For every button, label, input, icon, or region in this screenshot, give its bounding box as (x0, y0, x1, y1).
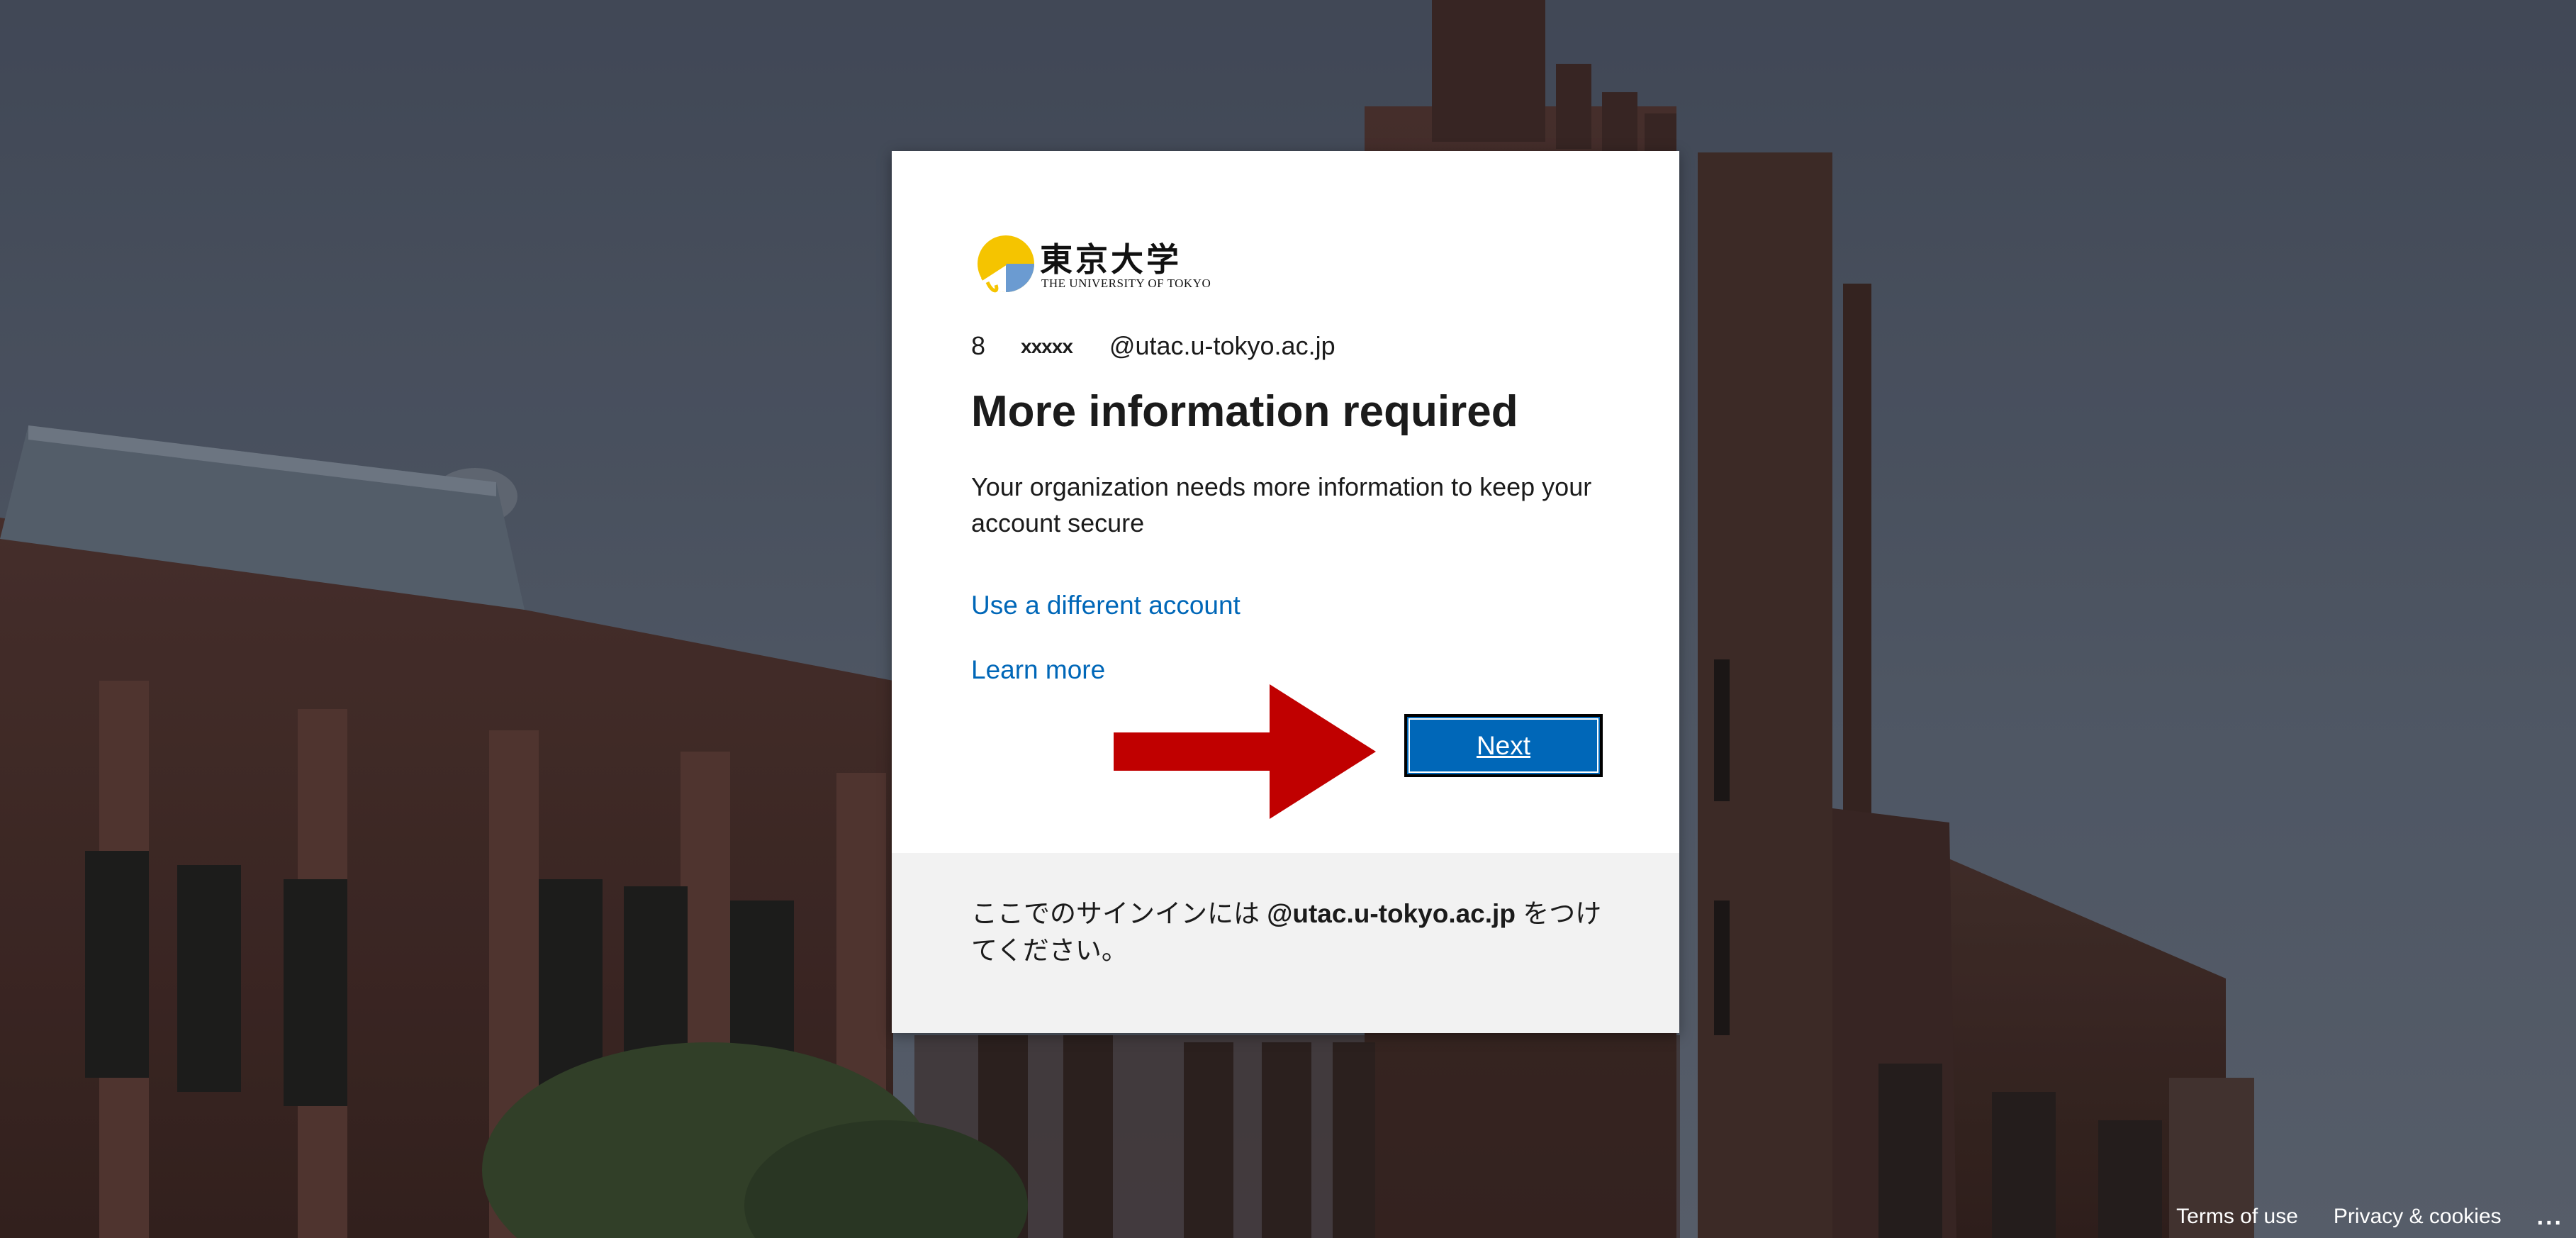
sign-in-hint-text: ここでのサインインには @utac.u-tokyo.ac.jp をつけてください… (971, 896, 1609, 969)
sign-in-card: 東京大学 THE UNIVERSITY OF TOKYO 8 xxxxx @utac… (892, 151, 1679, 1033)
sign-in-hint-box: ここでのサインインには @utac.u-tokyo.ac.jp をつけてください… (892, 853, 1679, 1033)
learn-more-link[interactable]: Learn more (971, 655, 1105, 685)
ginkgo-leaf-icon (978, 235, 1034, 293)
privacy-cookies-link[interactable]: Privacy & cookies (2334, 1205, 2502, 1229)
terms-of-use-link[interactable]: Terms of use (2176, 1205, 2298, 1229)
description-text: Your organization needs more information… (971, 472, 1592, 537)
account-identity: 8 xxxxx @utac.u-tokyo.ac.jp (971, 331, 1335, 361)
card-main-section: 東京大学 THE UNIVERSITY OF TOKYO 8 xxxxx @utac… (892, 151, 1679, 853)
next-button[interactable]: Next (1404, 714, 1603, 777)
account-domain: @utac.u-tokyo.ac.jp (1109, 331, 1335, 360)
use-different-account-link[interactable]: Use a different account (971, 591, 1241, 620)
more-options-icon[interactable]: ... (2537, 1203, 2563, 1231)
logo-text-japanese: 東京大学 (1040, 240, 1182, 279)
account-id-prefix: 8 (971, 331, 986, 360)
university-logo: 東京大学 THE UNIVERSITY OF TOKYO (975, 233, 1211, 301)
hint-text-before: ここでのサインインには (971, 899, 1267, 928)
page-title: More information required (971, 387, 1518, 436)
logo-text-english: THE UNIVERSITY OF TOKYO (1041, 277, 1211, 290)
hint-domain: @utac.u-tokyo.ac.jp (1267, 899, 1516, 928)
red-pointer-arrow-icon (1114, 684, 1376, 819)
page-footer: Terms of use Privacy & cookies ... (2176, 1195, 2576, 1238)
account-id-redacted: xxxxx (1021, 335, 1073, 357)
